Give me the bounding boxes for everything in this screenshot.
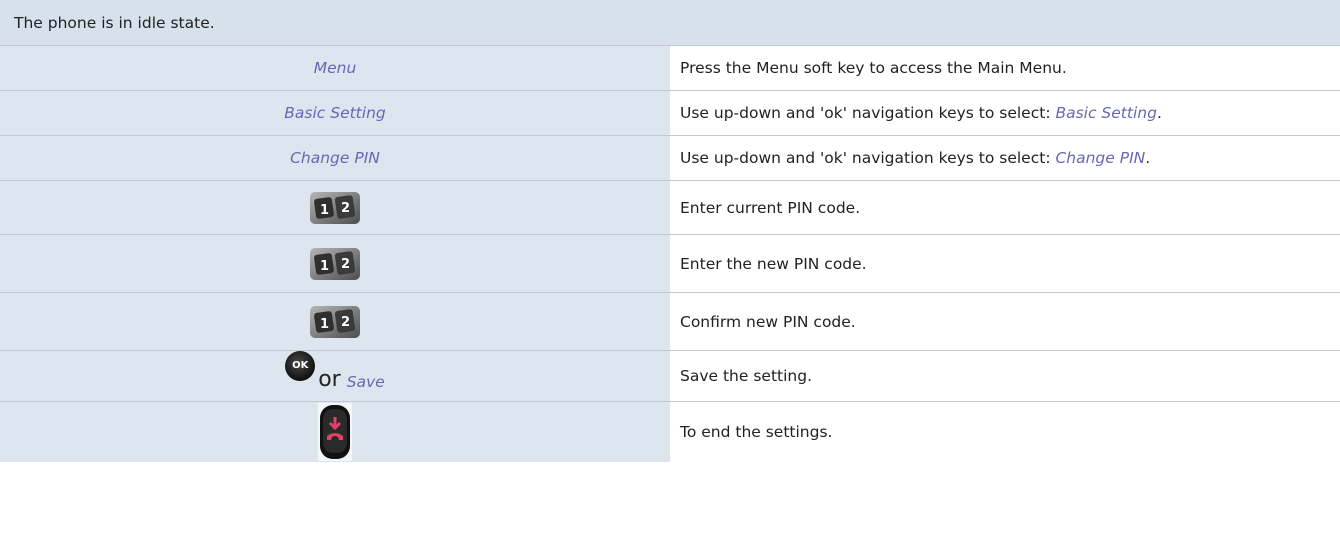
step-description: Confirm new PIN code. (670, 292, 1340, 351)
change-pin-link: Change PIN (1055, 149, 1146, 167)
ok-button-icon: OK (285, 351, 316, 381)
svg-text:1: 1 (320, 203, 329, 218)
basic-setting-link: Basic Setting (1055, 104, 1157, 122)
table-row: 1 2 Confirm new PIN code. (0, 292, 1340, 351)
idle-state-header: The phone is in idle state. (0, 0, 1340, 46)
table-row: Basic Setting Use up-down and 'ok' navig… (0, 90, 1340, 136)
table-row: 1 2 Enter current PIN code. (0, 180, 1340, 235)
save-softkey-label: Save (346, 373, 385, 391)
table-row: Menu Press the Menu soft key to access t… (0, 45, 1340, 91)
procedure-table: The phone is in idle state. Menu Press t… (0, 0, 1340, 462)
table-row: 1 2 Enter the new PIN code. (0, 234, 1340, 293)
svg-text:2: 2 (341, 201, 350, 216)
keypad-icon: 1 2 (0, 246, 670, 282)
step-description: Press the Menu soft key to access the Ma… (670, 45, 1340, 91)
menu-softkey-label: Menu (313, 59, 357, 77)
svg-text:2: 2 (341, 257, 350, 272)
step-description: Enter current PIN code. (670, 180, 1340, 235)
step-description: Use up-down and 'ok' navigation keys to … (670, 90, 1340, 136)
keypad-icon: 1 2 (0, 304, 670, 340)
step-description: Save the setting. (670, 350, 1340, 402)
table-row: Change PIN Use up-down and 'ok' navigati… (0, 135, 1340, 181)
ok-or-save: OK or Save (285, 351, 385, 392)
step-description: Use up-down and 'ok' navigation keys to … (670, 135, 1340, 181)
step-description: Enter the new PIN code. (670, 234, 1340, 293)
basic-setting-label: Basic Setting (284, 104, 386, 122)
change-pin-label: Change PIN (290, 149, 380, 167)
table-row: OK or Save Save the setting. (0, 350, 1340, 402)
or-text: or (318, 367, 341, 392)
keypad-icon: 1 2 (0, 190, 670, 226)
svg-text:1: 1 (320, 259, 329, 274)
table-row: To end the settings. (0, 401, 1340, 462)
step-description: To end the settings. (670, 401, 1340, 462)
hang-up-key-icon (0, 402, 670, 461)
svg-text:2: 2 (341, 315, 350, 330)
svg-text:1: 1 (320, 317, 329, 332)
table-header-row: The phone is in idle state. (0, 0, 1340, 46)
